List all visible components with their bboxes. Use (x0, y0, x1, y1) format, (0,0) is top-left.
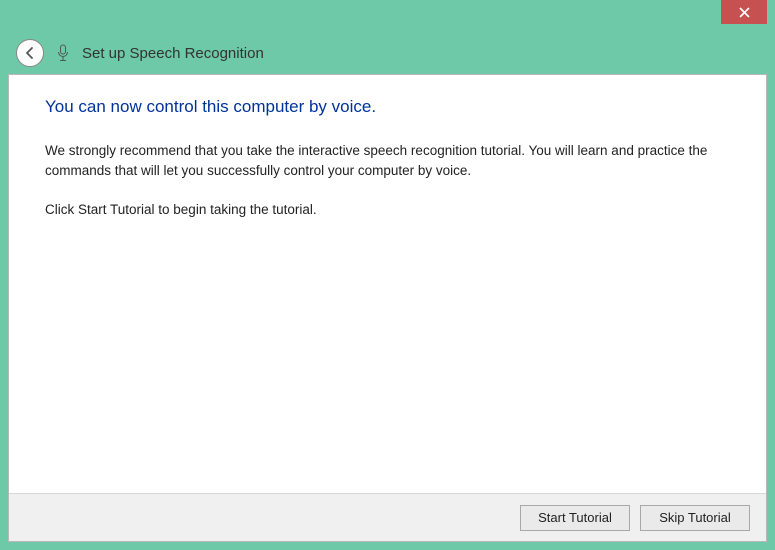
wizard-panel: You can now control this computer by voi… (8, 74, 767, 542)
wizard-footer: Start Tutorial Skip Tutorial (9, 493, 766, 541)
back-button[interactable] (16, 39, 44, 67)
start-tutorial-button[interactable]: Start Tutorial (520, 505, 630, 531)
close-button[interactable] (721, 0, 767, 24)
arrow-left-icon (23, 46, 37, 60)
page-heading: You can now control this computer by voi… (45, 97, 730, 117)
instruction-paragraph-2: Click Start Tutorial to begin taking the… (45, 200, 715, 220)
content-area: You can now control this computer by voi… (9, 75, 766, 220)
window-title: Set up Speech Recognition (82, 45, 264, 62)
header-bar: Set up Speech Recognition (10, 36, 765, 70)
skip-tutorial-button[interactable]: Skip Tutorial (640, 505, 750, 531)
close-icon (739, 7, 750, 18)
microphone-icon (56, 43, 70, 63)
instruction-paragraph-1: We strongly recommend that you take the … (45, 141, 715, 182)
